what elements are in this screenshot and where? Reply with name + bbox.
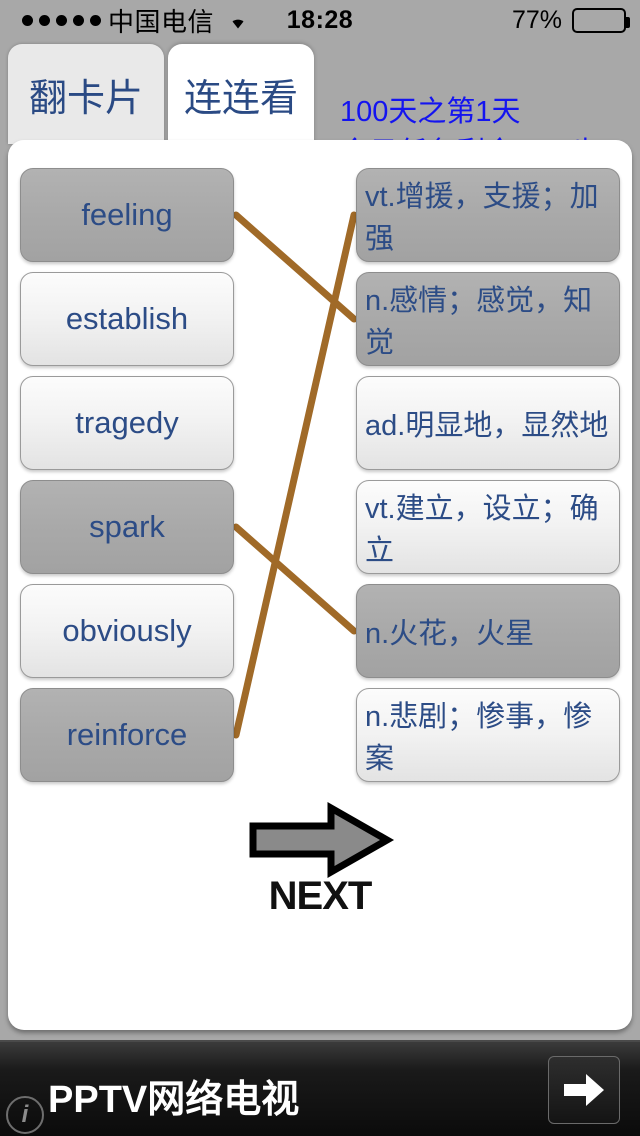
card-label: obviously (62, 613, 192, 648)
word-card[interactable]: tragedy (20, 376, 234, 470)
next-button-label: NEXT (268, 874, 373, 918)
ad-go-button[interactable] (548, 1056, 620, 1124)
definition-card[interactable]: vt.增援，支援；加强 (356, 168, 620, 262)
arrow-right-icon (249, 801, 395, 879)
ad-title: PPTV网络电视 (48, 1079, 300, 1121)
battery-percent-label: 77% (511, 5, 562, 34)
arrow-right-icon (564, 1074, 604, 1106)
definition-card[interactable]: n.感情；感觉，知觉 (356, 272, 620, 366)
battery-icon (572, 7, 630, 33)
word-card[interactable]: reinforce (20, 688, 234, 782)
card-label: establish (65, 301, 189, 336)
tab-matching[interactable]: 连连看 (168, 44, 314, 144)
card-label: vt.建立，设立；确立 (365, 493, 599, 567)
card-label: tragedy (75, 405, 179, 440)
tab-bar: 翻卡片 连连看 100天之第1天 今日任务剩余:247步 (0, 44, 640, 169)
connection-line (232, 523, 358, 635)
card-label: n.火花，火星 (365, 618, 535, 650)
word-card[interactable]: establish (20, 272, 234, 366)
definition-card[interactable]: n.悲剧；惨事，惨案 (356, 688, 620, 782)
status-bar-right: 77% (511, 5, 630, 35)
definition-card[interactable]: vt.建立，设立；确立 (356, 480, 620, 574)
word-card[interactable]: spark (20, 480, 234, 574)
card-label: reinforce (66, 717, 188, 752)
definition-card[interactable]: n.火花，火星 (356, 584, 620, 678)
card-label: ad.明显地，显然地 (365, 410, 609, 442)
word-card[interactable]: feeling (20, 168, 234, 262)
next-button[interactable]: NEXT (230, 800, 410, 930)
card-label: feeling (81, 197, 173, 232)
definition-card[interactable]: ad.明显地，显然地 (356, 376, 620, 470)
card-label: spark (89, 509, 165, 544)
ad-banner[interactable]: PPTV网络电视 i (0, 1040, 640, 1136)
card-label: n.悲剧；惨事，惨案 (365, 701, 593, 775)
game-board: feeling establish tragedy spark obviously rei… (8, 140, 632, 1030)
connection-line (232, 211, 358, 739)
card-label: n.感情；感觉，知觉 (365, 285, 593, 359)
card-label: vt.增援，支援；加强 (365, 181, 599, 255)
day-progress-label: 100天之第1天 (340, 96, 521, 128)
info-icon[interactable]: i (6, 1096, 44, 1134)
word-card[interactable]: obviously (20, 584, 234, 678)
tab-flashcards[interactable]: 翻卡片 (8, 44, 164, 144)
status-bar: 中国电信 18:28 77% (0, 0, 640, 40)
app-root: 中国电信 18:28 77% 翻卡片 连连看 100天之第1天 今日任务剩余:2… (0, 0, 640, 1136)
